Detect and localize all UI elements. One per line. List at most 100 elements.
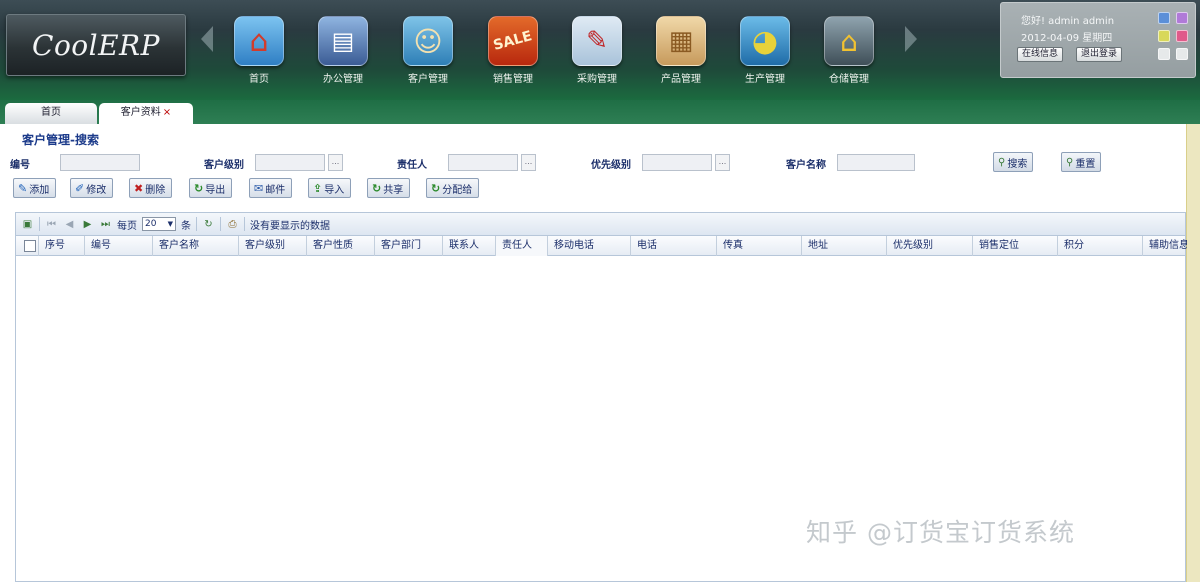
prev-page-icon[interactable]: ◀ [63,218,76,231]
owner-picker-button[interactable]: ... [521,154,536,171]
field-label-name: 客户名称 [786,160,826,171]
add-button[interactable]: ✎ 添加 [13,178,57,198]
warehouse-icon: ⌂ [824,16,874,66]
user-greeting: 您好! admin admin [1021,16,1115,27]
column-header[interactable]: 优先级别 [887,236,973,256]
column-header[interactable]: 电话 [631,236,717,256]
tab-home[interactable]: 首页 [5,103,97,124]
minimize-icon[interactable] [1158,48,1170,60]
nav-item-office[interactable]: ▤ 办公管理 [305,16,381,88]
column-header[interactable]: 客户部门 [375,236,443,256]
nav-item-home[interactable]: ⌂ 首页 [221,16,297,88]
theme-purple-icon[interactable] [1176,12,1188,24]
nav-item-customer[interactable]: ☺ 客户管理 [390,16,466,88]
grid-header-row: 序号 编号 客户名称 客户级别 客户性质 客户部门 联系人 责任人 移动电话 电… [16,236,1187,256]
column-header[interactable]: 销售定位 [973,236,1058,256]
divider [39,217,40,231]
import-button[interactable]: ⇪ 导入 [308,178,352,198]
nav-scroll-left-icon[interactable] [201,26,213,52]
edit-button-label: 修改 [86,184,107,196]
edit-button[interactable]: ✐ 修改 [70,178,114,198]
priority-picker-button[interactable]: ... [715,154,730,171]
customer-name-input[interactable] [837,154,915,171]
column-header[interactable]: 客户性质 [307,236,375,256]
nav-item-purchase[interactable]: ✎ 采购管理 [559,16,635,88]
column-header[interactable]: 地址 [802,236,887,256]
maximize-icon[interactable] [1176,48,1188,60]
email-button[interactable]: ✉ 邮件 [249,178,293,198]
column-header[interactable]: 客户名称 [153,236,239,256]
import-button-label: 导入 [324,184,345,196]
nav-item-product[interactable]: ▦ 产品管理 [643,16,719,88]
next-page-icon[interactable]: ▶ [81,218,94,231]
reset-button[interactable]: ⚲ 重置 [1061,152,1102,172]
assign-button[interactable]: ↻ 分配给 [426,178,480,198]
nav-label: 首页 [249,74,269,85]
export-icon: ↻ [194,181,204,195]
email-icon: ✉ [254,181,264,195]
select-all-checkbox[interactable] [24,240,36,252]
nav-item-sales[interactable]: SALE 销售管理 [475,16,551,88]
nav-item-production[interactable]: ◕ 生产管理 [727,16,803,88]
nav-label: 办公管理 [323,74,363,85]
delete-icon: ✖ [134,181,144,195]
last-page-icon[interactable]: ⏭ [99,218,112,231]
delete-button[interactable]: ✖ 删除 [129,178,173,198]
nav-label: 产品管理 [661,74,701,85]
page-size-select[interactable]: 20 ▼ [142,217,176,231]
app-header: CoolERP ⌂ 首页 ▤ 办公管理 ☺ 客户管理 SALE 销售管理 ✎ 采… [0,0,1200,100]
nav-label: 采购管理 [577,74,617,85]
delete-button-label: 删除 [145,184,166,196]
search-button[interactable]: ⚲ 搜索 [993,152,1034,172]
column-header[interactable]: 联系人 [443,236,496,256]
field-label-owner: 责任人 [397,160,427,171]
theme-blue-icon[interactable] [1158,12,1170,24]
assign-button-label: 分配给 [442,184,473,196]
home-icon: ⌂ [234,16,284,66]
office-icon: ▤ [318,16,368,66]
column-header[interactable]: 序号 [39,236,85,256]
close-icon[interactable]: × [163,107,171,118]
column-header[interactable]: 积分 [1058,236,1143,256]
field-label-code: 编号 [10,160,30,171]
column-header[interactable]: 客户级别 [239,236,307,256]
theme-pink-icon[interactable] [1176,30,1188,42]
column-header[interactable]: 编号 [85,236,153,256]
customer-level-picker-button[interactable]: ... [328,154,343,171]
field-label-priority: 优先级别 [591,160,631,171]
theme-yellow-icon[interactable] [1158,30,1170,42]
page-size-value: 20 [145,219,157,229]
tab-bar: 首页 客户资料 × [0,100,1200,124]
pager-toolbar: ▣ ⏮ ◀ ▶ ⏭ 每页 20 ▼ 条 ↻ ⎙ 没有要显示的数据 [16,213,1185,236]
production-icon: ◕ [740,16,790,66]
code-input[interactable] [60,154,140,171]
column-header[interactable]: 移动电话 [548,236,631,256]
app-logo-text: CoolERP [32,28,160,62]
logout-button[interactable]: 退出登录 [1076,47,1123,62]
share-icon: ↻ [372,181,382,195]
sale-icon: SALE [488,16,538,66]
column-header[interactable]: 传真 [717,236,802,256]
column-header[interactable]: 责任人 [496,236,548,256]
scrollbar[interactable] [1186,124,1200,582]
first-page-icon[interactable]: ⏮ [45,218,58,231]
add-button-label: 添加 [29,184,50,196]
reset-icon: ⚲ [1066,156,1074,168]
edit-icon: ✐ [75,181,85,195]
nav-item-warehouse[interactable]: ⌂ 仓储管理 [811,16,887,88]
column-header[interactable]: 辅助信息 [1143,236,1187,256]
customer-level-input[interactable] [255,154,325,171]
export-button[interactable]: ↻ 导出 [189,178,233,198]
app-logo[interactable]: CoolERP [6,14,186,76]
export-button-label: 导出 [205,184,226,196]
share-button[interactable]: ↻ 共享 [367,178,411,198]
nav-scroll-right-icon[interactable] [905,26,917,52]
online-info-button[interactable]: 在线信息 [1017,47,1064,62]
tab-customer-info[interactable]: 客户资料 × [99,103,193,124]
grid-settings-icon[interactable]: ▣ [21,218,34,231]
refresh-icon[interactable]: ↻ [202,218,215,231]
chevron-down-icon: ▼ [167,220,173,228]
priority-input[interactable] [642,154,712,171]
owner-input[interactable] [448,154,518,171]
print-icon[interactable]: ⎙ [226,218,239,231]
